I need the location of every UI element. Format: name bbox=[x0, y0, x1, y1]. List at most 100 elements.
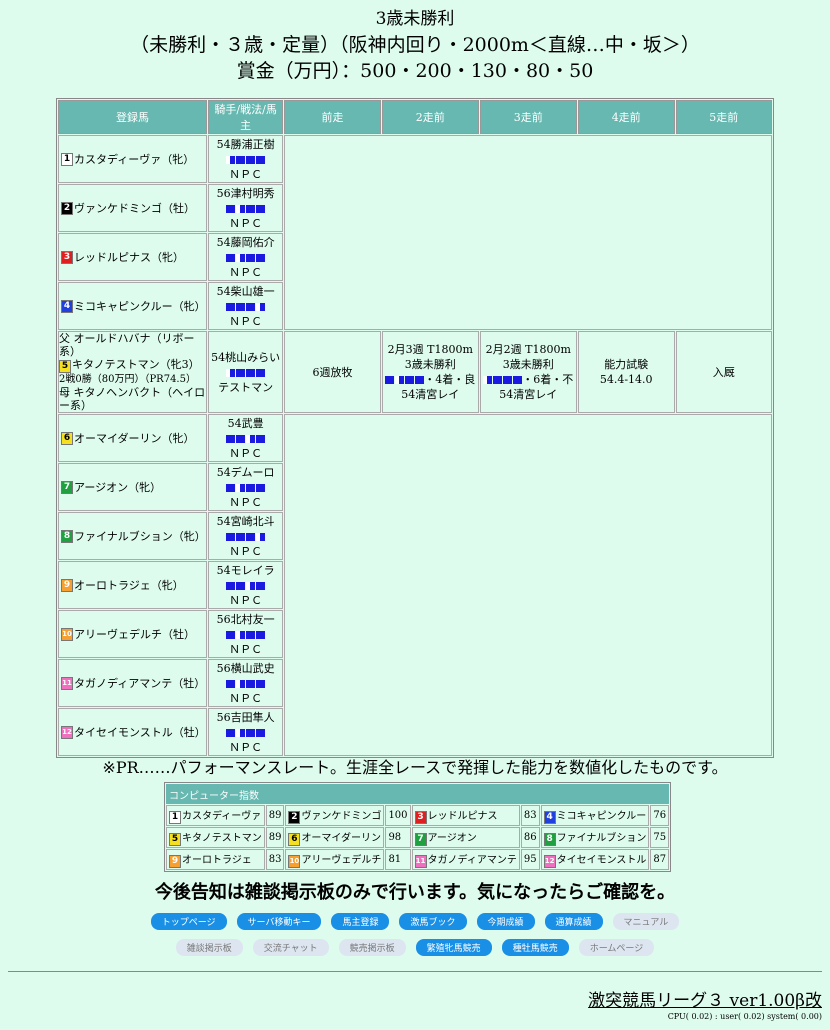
horse-name-line[interactable]: 2 ヴァンケドミンゴ（牡） bbox=[59, 200, 206, 216]
owner-name: ＮＰＣ bbox=[229, 691, 263, 705]
tactic-mark bbox=[256, 253, 266, 262]
horse-name-line[interactable]: 1 カスタディーヴァ（牝） bbox=[59, 151, 206, 167]
horse-name: レッドルピナス（牝） bbox=[74, 251, 184, 264]
nav-button[interactable]: 種牡馬競売 bbox=[501, 939, 569, 956]
tactic-mark bbox=[236, 368, 246, 377]
tactic-mark bbox=[256, 155, 266, 164]
cpu-stats: CPU( 0.02) : user( 0.02) system( 0.00) bbox=[667, 1012, 822, 1021]
tactic-mark bbox=[236, 434, 246, 443]
race-line: 3歳未勝利 bbox=[404, 358, 456, 371]
owner-name: ＮＰＣ bbox=[229, 544, 263, 558]
tactic-mark bbox=[246, 204, 256, 213]
tactic-mark bbox=[246, 483, 256, 492]
nav-button[interactable]: 通算成績 bbox=[544, 913, 603, 930]
jockey-cell: 56津村明秀 ＮＰＣ bbox=[207, 184, 284, 232]
announcement: 今後告知は雑談掲示板のみで行います。気になったらご確認を。 bbox=[154, 882, 676, 903]
owner-name: ＮＰＣ bbox=[229, 740, 263, 754]
horse-number: 5 bbox=[59, 360, 71, 373]
past-race-cell: 能力試験 54.4-14.0 bbox=[577, 331, 675, 413]
horse-name-line[interactable]: 5 キタノテストマン（牝3） bbox=[59, 358, 206, 373]
tactic-mark bbox=[395, 376, 405, 384]
owner-name: ＮＰＣ bbox=[229, 495, 263, 509]
horse-number: 12 bbox=[61, 725, 73, 739]
horse-name-line[interactable]: 10 アリーヴェデルチ（牡） bbox=[59, 626, 206, 642]
horse-name-line[interactable]: 7 アージオン（牝） bbox=[59, 479, 206, 495]
nav-button[interactable]: 雑談掲示板 bbox=[175, 939, 243, 956]
owner-name: ＮＰＣ bbox=[229, 593, 263, 607]
version-link[interactable]: 激突競馬リーグ３ ver1.00β改 bbox=[588, 986, 822, 1011]
horse-name-line[interactable]: 3 レッドルピナス（牝） bbox=[59, 249, 206, 265]
tactic-mark bbox=[226, 434, 236, 443]
nav-button[interactable]: 競売掲示板 bbox=[338, 939, 406, 956]
tactic-mark bbox=[226, 302, 236, 311]
tactic-mark bbox=[256, 679, 266, 688]
column-header: 登録馬 bbox=[58, 100, 207, 134]
horse-name: ヴァンケドミンゴ bbox=[301, 811, 382, 822]
horse-name: キタノテストマン（牝3） bbox=[72, 358, 200, 371]
index-horse: 8 ファイナルブション bbox=[540, 827, 650, 848]
nav-button[interactable]: 今期成績 bbox=[476, 913, 535, 930]
past-race-cell: 2月2週 T1800m 3歳未勝利 ・6着・不 54清宮レイ bbox=[479, 331, 577, 413]
race-line: 54.4-14.0 bbox=[599, 373, 653, 386]
jockey-cell: 54宮崎北斗 ＮＰＣ bbox=[207, 512, 284, 560]
race-line: 入厩 bbox=[712, 365, 735, 379]
horse-cell: 9 オーロトラジェ（牝） bbox=[58, 561, 207, 609]
owner-name: ＮＰＣ bbox=[229, 314, 263, 328]
tactic-mark bbox=[236, 728, 246, 737]
race-line: 54清宮レイ bbox=[499, 388, 558, 401]
jockey-cell: 54デムーロ ＮＰＣ bbox=[207, 463, 284, 511]
nav-button[interactable]: マニュアル bbox=[612, 913, 680, 930]
jockey-name: 54デムーロ bbox=[216, 465, 275, 479]
index-horse: 6 オーマイダーリン bbox=[285, 827, 385, 848]
nav-button[interactable]: 馬主登録 bbox=[331, 913, 390, 930]
horse-name-line[interactable]: 4 ミコキャピンクルー（牝） bbox=[59, 298, 206, 314]
horse-number: 10 bbox=[288, 855, 301, 868]
jockey-name: 54桃山みらい bbox=[211, 350, 281, 364]
horse-number: 8 bbox=[543, 833, 556, 846]
horse-name-line[interactable]: 11 タガノディアマンテ（牡） bbox=[59, 675, 206, 691]
horse-number: 1 bbox=[61, 152, 73, 166]
index-row: 5 キタノテストマン 89 6 オーマイダーリン 98 7 アージオン 86 8 ファイナルブション… bbox=[166, 827, 670, 848]
owner-name: ＮＰＣ bbox=[229, 642, 263, 656]
tactic-mark bbox=[226, 532, 236, 541]
column-header: 前走 bbox=[284, 100, 381, 134]
jockey-cell: 56北村友一 ＮＰＣ bbox=[207, 610, 284, 658]
tactic-mark bbox=[236, 679, 246, 688]
index-horse: 10 アリーヴェデルチ bbox=[285, 849, 385, 870]
tactic-mark bbox=[226, 204, 236, 213]
index-score: 89 bbox=[265, 827, 285, 848]
tactic-marks bbox=[226, 581, 266, 590]
nav-button[interactable]: 激馬ブック bbox=[399, 913, 467, 930]
tactic-mark bbox=[226, 728, 236, 737]
horse-name: ミコキャピンクルー（牝） bbox=[74, 300, 206, 313]
nav-button[interactable]: 繁殖牝馬競売 bbox=[415, 939, 492, 956]
index-score: 89 bbox=[265, 805, 285, 826]
race-title: 3歳未勝利 bbox=[375, 9, 455, 29]
horse-name: オーロトラジェ（牝） bbox=[74, 579, 184, 592]
horse-name-line[interactable]: 6 オーマイダーリン（牝） bbox=[59, 430, 206, 446]
horse-name-line[interactable]: 9 オーロトラジェ（牝） bbox=[59, 577, 206, 593]
nav-button[interactable]: 交流チャット bbox=[252, 939, 329, 956]
horse-number: 12 bbox=[543, 855, 556, 868]
tactic-mark bbox=[256, 368, 266, 377]
tactic-mark bbox=[236, 155, 246, 164]
horse-name-line[interactable]: 12 タイセイモンストル（牡） bbox=[59, 724, 206, 740]
horse-name: レッドルピナス bbox=[427, 811, 498, 822]
column-header: 4走前 bbox=[577, 100, 675, 134]
jockey-name: 56横山武史 bbox=[216, 661, 275, 675]
horse-name-line[interactable]: 8 ファイナルブション（牝） bbox=[59, 528, 206, 544]
tactic-mark bbox=[256, 728, 266, 737]
race-result: ・6着・不 bbox=[522, 373, 574, 386]
entry-table: 登録馬 騎手/戦法/馬主 前走 2走前 3走前 4走前 5走前 1 カスタディーヴァ（牝） 54… bbox=[56, 98, 774, 758]
sire-line: 父 オールドハバナ（リボー系） bbox=[59, 332, 195, 358]
race-conditions: （未勝利・３歳・定量）（阪神内回り・2000m＜直線…中・坂＞） bbox=[130, 34, 700, 56]
tactic-marks bbox=[226, 155, 266, 164]
nav-button[interactable]: トップページ bbox=[150, 913, 227, 930]
nav-buttons-row-2: 雑談掲示板 交流チャット 競売掲示板 繁殖牝馬競売 種牡馬競売 ホームページ bbox=[0, 936, 830, 956]
nav-button[interactable]: ホームページ bbox=[578, 939, 655, 956]
nav-button[interactable]: サーバ移動キー bbox=[236, 913, 322, 930]
jockey-cell: 54桃山みらい テストマン bbox=[207, 331, 284, 413]
jockey-name: 56北村友一 bbox=[216, 612, 275, 626]
horse-cell: 父 オールドハバナ（リボー系） 5 キタノテストマン（牝3） 2戦0勝（80万円）（P… bbox=[58, 331, 207, 413]
tactic-mark bbox=[236, 302, 246, 311]
